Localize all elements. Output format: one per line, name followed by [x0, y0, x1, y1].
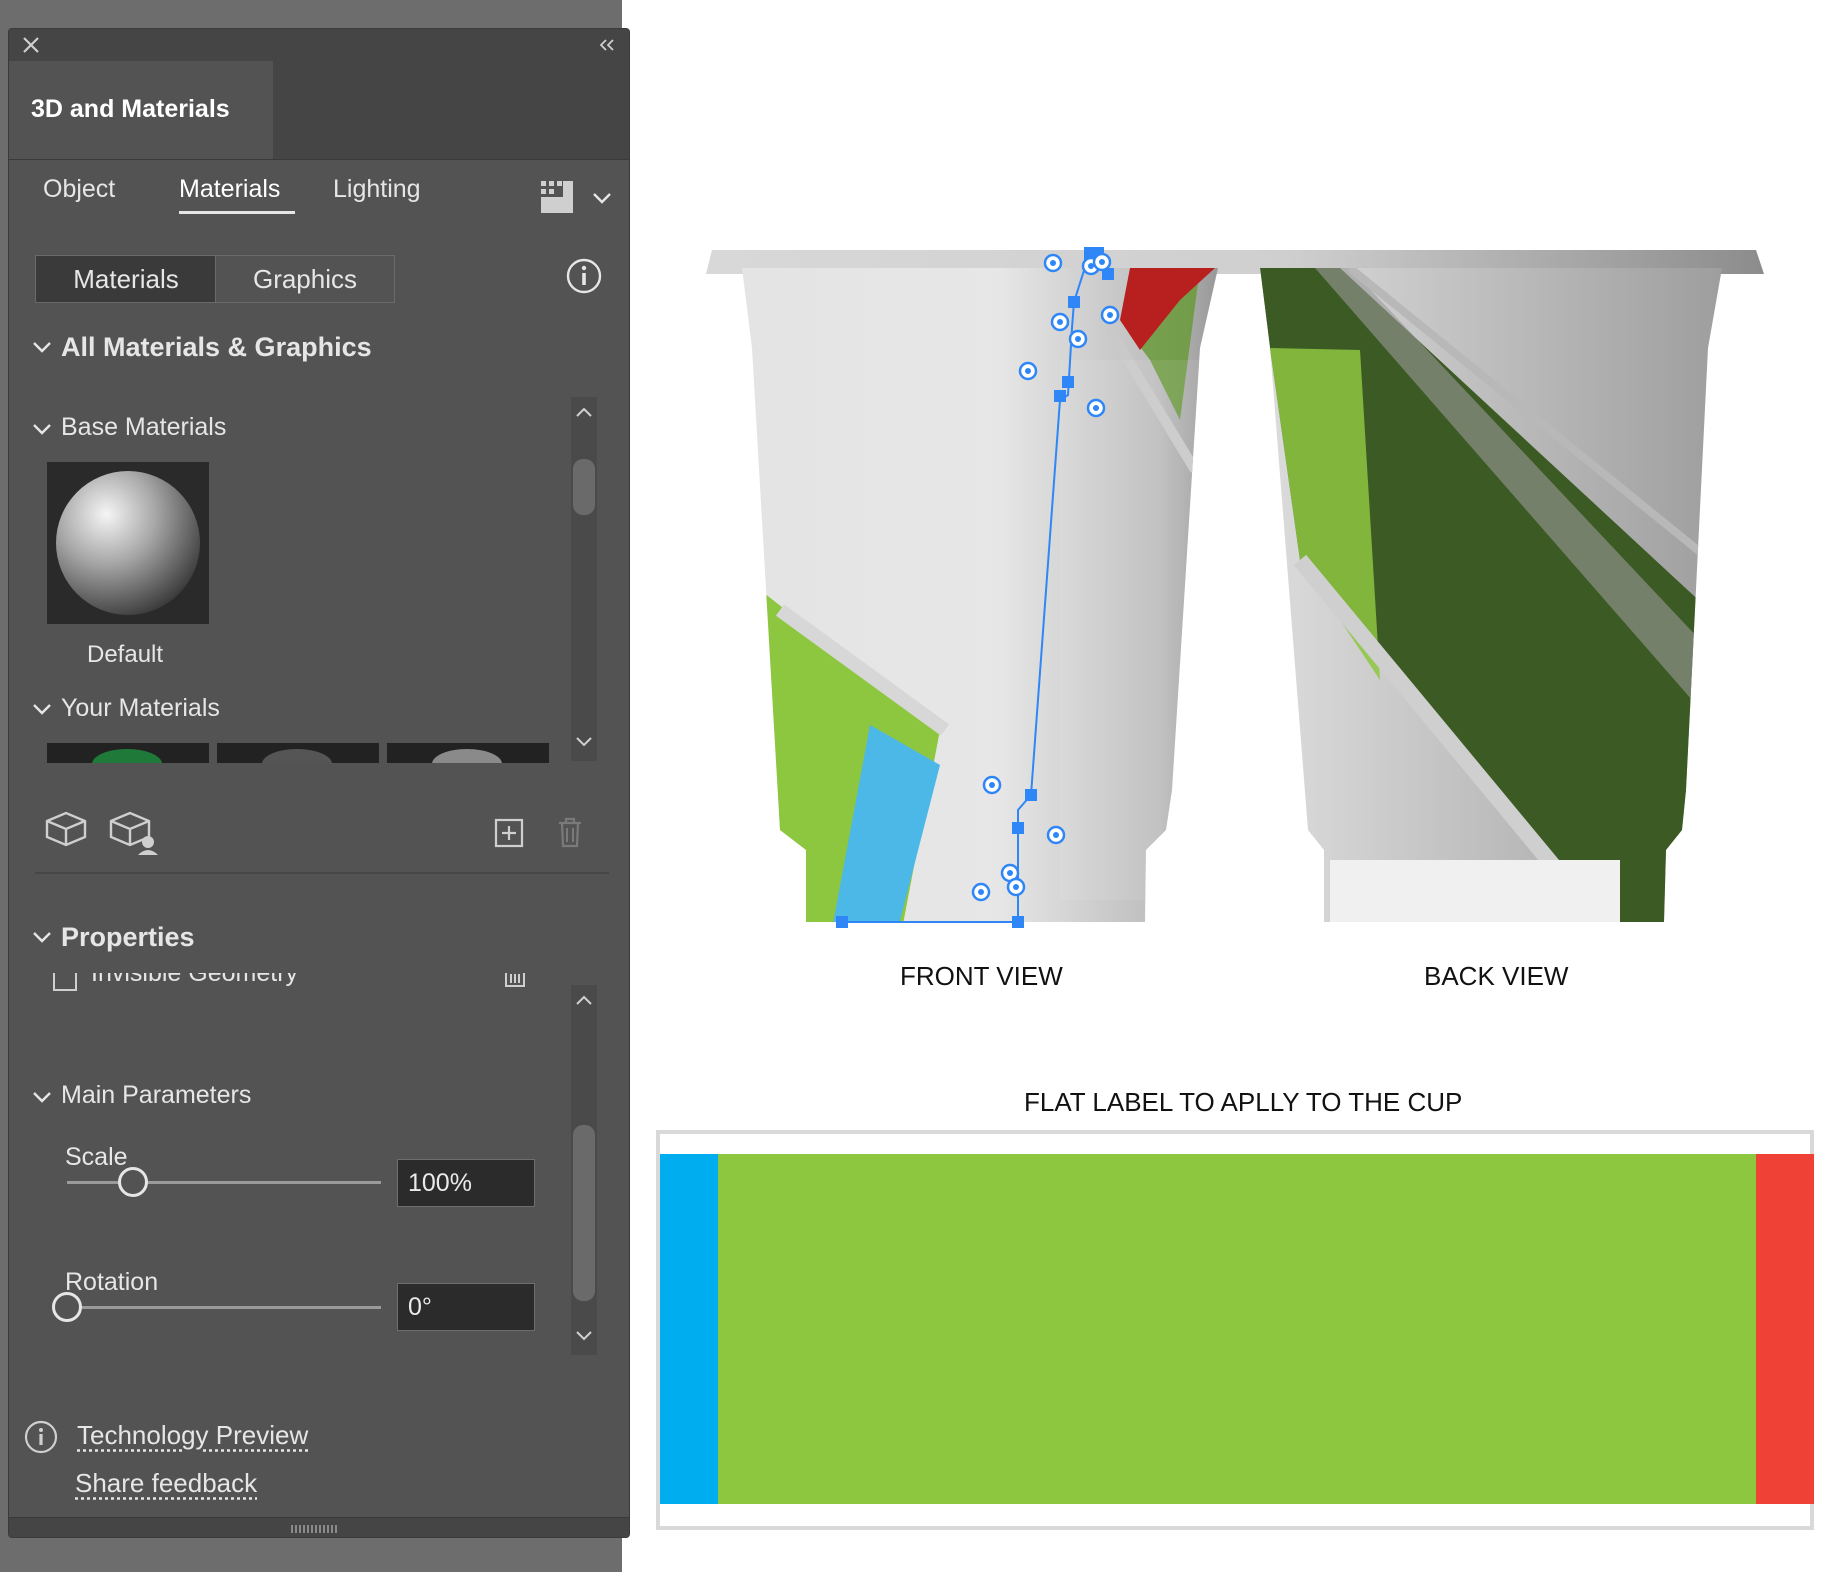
- label-blue-strip: [660, 1154, 718, 1504]
- selection-path: [836, 247, 1120, 928]
- bar-chart-icon[interactable]: [503, 973, 527, 991]
- panel-tab-strip: 3D and Materials: [9, 61, 629, 160]
- tab-materials[interactable]: Materials: [179, 175, 280, 204]
- scale-label: Scale: [65, 1143, 128, 1171]
- panel-titlebar: [9, 29, 629, 62]
- chevron-down-icon[interactable]: [31, 418, 53, 440]
- invisible-geometry-checkbox[interactable]: [53, 973, 77, 991]
- rotation-slider-handle[interactable]: [52, 1292, 82, 1322]
- rotation-input[interactable]: 0°: [397, 1283, 535, 1331]
- scale-input[interactable]: 100%: [397, 1159, 535, 1207]
- panel-resize-bar[interactable]: [9, 1517, 629, 1537]
- chevron-down-icon[interactable]: [574, 735, 594, 749]
- panel-title: 3D and Materials: [31, 95, 230, 123]
- section-base-materials[interactable]: Base Materials: [61, 413, 226, 442]
- add-material-to-library-icon[interactable]: [43, 809, 89, 849]
- sphere-preview: [56, 471, 200, 615]
- chevron-down-icon[interactable]: [31, 926, 53, 948]
- flat-label-caption: FLAT LABEL TO APLLY TO THE CUP: [1024, 1087, 1463, 1117]
- render-icon[interactable]: [537, 177, 577, 217]
- collapse-icon[interactable]: [597, 37, 617, 53]
- front-cup: [742, 268, 1218, 922]
- chevron-down-icon[interactable]: [31, 1086, 53, 1108]
- trash-icon: [559, 817, 581, 848]
- 3d-materials-panel: 3D and Materials Object Materials Lighti…: [8, 28, 630, 1538]
- rotation-slider-track[interactable]: [67, 1306, 381, 1309]
- invisible-geometry-row: Invisible Geometry: [9, 973, 569, 995]
- share-material-icon[interactable]: [107, 809, 163, 857]
- material-swatch[interactable]: [217, 743, 379, 763]
- flat-label: [656, 1130, 1814, 1530]
- tab-object[interactable]: Object: [43, 175, 115, 204]
- tab-lighting[interactable]: Lighting: [333, 175, 421, 204]
- chevron-down-icon[interactable]: [31, 336, 53, 358]
- section-all-materials-graphics[interactable]: All Materials & Graphics: [61, 332, 372, 363]
- label-green-area: [718, 1154, 1756, 1504]
- front-view-caption: FRONT VIEW: [900, 961, 1063, 991]
- material-swatch[interactable]: [387, 743, 549, 763]
- scrollbar-thumb[interactable]: [573, 1125, 595, 1301]
- add-icon[interactable]: [493, 817, 525, 849]
- section-your-materials[interactable]: Your Materials: [61, 694, 220, 723]
- info-icon[interactable]: [565, 257, 603, 295]
- material-swatch[interactable]: [47, 743, 209, 763]
- segment-materials[interactable]: Materials: [35, 255, 217, 303]
- chevron-down-icon[interactable]: [591, 187, 613, 209]
- close-icon[interactable]: [21, 35, 41, 55]
- chevron-up-icon[interactable]: [574, 993, 594, 1007]
- properties-scrollbar[interactable]: [571, 985, 597, 1355]
- section-main-parameters[interactable]: Main Parameters: [61, 1081, 251, 1110]
- chevron-down-icon[interactable]: [574, 1329, 594, 1343]
- technology-preview-link[interactable]: Technology Preview: [77, 1420, 308, 1451]
- divider: [35, 872, 609, 874]
- section-properties[interactable]: Properties: [61, 922, 195, 953]
- back-view-caption: BACK VIEW: [1424, 961, 1569, 991]
- chevron-down-icon[interactable]: [31, 698, 53, 720]
- back-cup: [1260, 268, 1722, 922]
- invisible-geometry-label: Invisible Geometry: [91, 973, 299, 987]
- panel-tab-3d-materials[interactable]: 3D and Materials: [9, 61, 273, 159]
- segment-graphics[interactable]: Graphics: [215, 255, 395, 303]
- scale-slider-track[interactable]: [67, 1181, 381, 1184]
- default-material-thumbnail[interactable]: [47, 462, 209, 624]
- cup-rim: [706, 250, 1764, 274]
- share-feedback-link[interactable]: Share feedback: [75, 1468, 257, 1499]
- materials-scrollbar[interactable]: [571, 397, 597, 761]
- label-red-strip: [1756, 1154, 1814, 1504]
- scale-slider-handle[interactable]: [117, 1167, 148, 1197]
- resize-grip-icon[interactable]: [291, 1525, 339, 1533]
- tab-active-underline: [179, 211, 295, 214]
- rotation-label: Rotation: [65, 1268, 159, 1296]
- default-material-label: Default: [87, 641, 164, 668]
- chevron-up-icon[interactable]: [574, 405, 594, 419]
- scrollbar-thumb[interactable]: [573, 459, 595, 515]
- info-icon: [24, 1420, 58, 1454]
